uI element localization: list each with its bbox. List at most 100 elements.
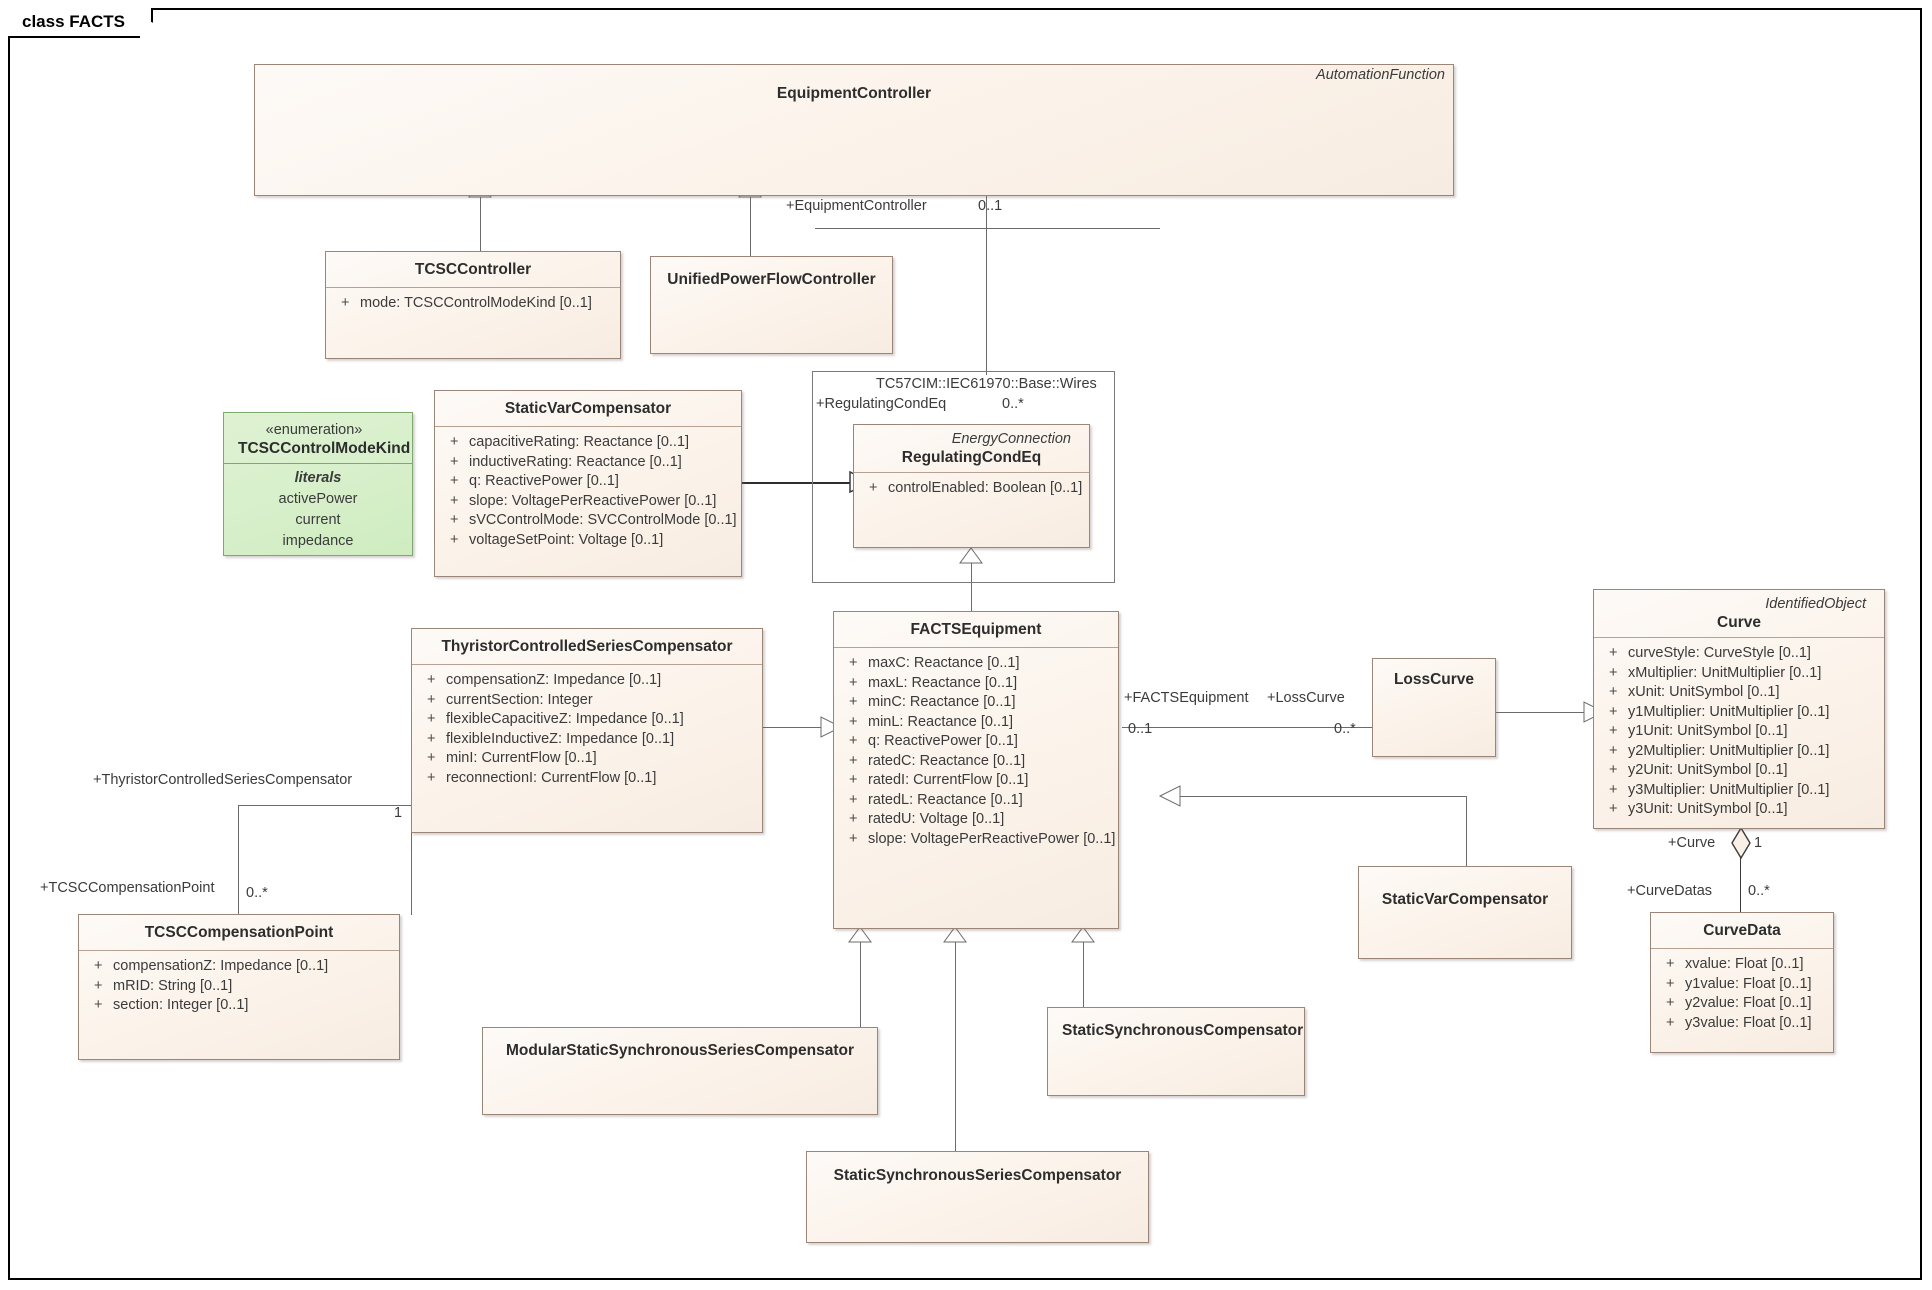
attribute-row: + capacitiveRating: Reactance [0..1] bbox=[443, 433, 733, 453]
stereotype-identifiedobject: IdentifiedObject bbox=[1765, 596, 1866, 612]
attribute-row: + y2value: Float [0..1] bbox=[1659, 994, 1825, 1014]
attribute-text: y3Multiplier: UnitMultiplier [0..1] bbox=[1628, 781, 1830, 798]
attribute-visibility: + bbox=[849, 713, 858, 730]
attribute-row: + y1Unit: UnitSymbol [0..1] bbox=[1602, 722, 1876, 742]
class-equipment-controller[interactable]: AutomationFunction EquipmentController bbox=[254, 64, 1454, 196]
generalization-arrow-msssc bbox=[848, 926, 872, 943]
attribute-text: y2Unit: UnitSymbol [0..1] bbox=[1628, 762, 1788, 778]
attribute-visibility: + bbox=[427, 769, 436, 786]
class-name-curve: Curve bbox=[1717, 614, 1761, 631]
generalization-arrow-ssssc bbox=[943, 926, 967, 943]
class-name-curve-data: CurveData bbox=[1703, 922, 1781, 939]
attribute-row: + y3Unit: UnitSymbol [0..1] bbox=[1602, 800, 1876, 820]
attribute-row: + minL: Reactance [0..1] bbox=[842, 713, 1110, 733]
attribute-visibility: + bbox=[1609, 684, 1618, 700]
attribute-visibility: + bbox=[1609, 762, 1618, 778]
header-thyristor-controlled-series-compensator: ThyristorControlledSeriesCompensator bbox=[412, 629, 762, 664]
label-curve-datas-role: +CurveDatas bbox=[1627, 883, 1713, 899]
attribute-row: + xUnit: UnitSymbol [0..1] bbox=[1602, 683, 1876, 703]
literal-item: impedance bbox=[282, 533, 354, 549]
attributes-curve-data: + xvalue: Float [0..1] + y1value: Float [0… bbox=[1651, 949, 1833, 1041]
class-static-synchronous-series-compensator[interactable]: StaticSynchronousSeriesCompensator bbox=[806, 1151, 1149, 1243]
attribute-text: section: Integer [0..1] bbox=[113, 997, 249, 1013]
attribute-visibility: + bbox=[849, 752, 858, 769]
attribute-row: + flexibleInductiveZ: Impedance [0..1] bbox=[420, 730, 754, 750]
attribute-row: + y1Multiplier: UnitMultiplier [0..1] bbox=[1602, 703, 1876, 723]
attribute-text: inductiveRating: Reactance [0..1] bbox=[469, 453, 682, 470]
attribute-row: + ratedU: Voltage [0..1] bbox=[842, 810, 1110, 830]
attribute-row: + voltageSetPoint: Voltage [0..1] bbox=[443, 531, 733, 551]
class-static-var-compensator-top[interactable]: StaticVarCompensator + capacitiveRating: … bbox=[434, 390, 742, 577]
attributes-tcsc-controller: + mode: TCSCControlModeKind [0..1] bbox=[326, 288, 620, 322]
header-unified-power-flow-controller: UnifiedPowerFlowController bbox=[651, 257, 892, 297]
label-tcsc-point-role: +TCSCCompensationPoint bbox=[40, 880, 215, 896]
label-equipment-controller-mult: 0..1 bbox=[978, 198, 1003, 214]
class-name-equipment-controller: EquipmentController bbox=[776, 85, 932, 102]
attribute-visibility: + bbox=[94, 997, 103, 1013]
attribute-row: + y2Multiplier: UnitMultiplier [0..1] bbox=[1602, 742, 1876, 762]
attribute-visibility: + bbox=[94, 958, 103, 974]
class-name-modular-static-synchronous-series-compensator: ModularStaticSynchronousSeriesCompensato… bbox=[506, 1042, 854, 1059]
literals-tcsc-control-mode-kind: literals activePower current impedance bbox=[224, 464, 412, 555]
attribute-text: q: ReactivePower [0..1] bbox=[868, 733, 1018, 749]
attribute-text: voltageSetPoint: Voltage [0..1] bbox=[469, 531, 664, 548]
connector-tcsc-point-vertical-left bbox=[238, 805, 239, 915]
connector-tcsccontroller-generalization-stem bbox=[480, 196, 481, 256]
class-tcsc-compensation-point[interactable]: TCSCCompensationPoint + compensationZ: Im… bbox=[78, 914, 400, 1060]
class-loss-curve[interactable]: LossCurve bbox=[1372, 658, 1496, 757]
stereotype-automationfunction: AutomationFunction bbox=[1316, 67, 1445, 83]
header-curve-data: CurveData bbox=[1651, 913, 1833, 948]
class-modular-static-synchronous-series-compensator[interactable]: ModularStaticSynchronousSeriesCompensato… bbox=[482, 1027, 878, 1115]
attribute-text: flexibleInductiveZ: Impedance [0..1] bbox=[446, 730, 675, 747]
attribute-row: + compensationZ: Impedance [0..1] bbox=[420, 671, 754, 691]
attribute-text: q: ReactivePower [0..1] bbox=[469, 473, 619, 489]
attribute-row: + q: ReactivePower [0..1] bbox=[842, 732, 1110, 752]
attribute-text: y3Unit: UnitSymbol [0..1] bbox=[1628, 801, 1788, 817]
attribute-visibility: + bbox=[427, 750, 436, 766]
label-curve-role: +Curve bbox=[1668, 835, 1716, 851]
attribute-row: + minC: Reactance [0..1] bbox=[842, 693, 1110, 713]
attribute-text: reconnectionI: CurrentFlow [0..1] bbox=[446, 769, 657, 786]
label-facts-equipment-mult: 0..1 bbox=[1128, 721, 1153, 737]
header-static-var-compensator-bottom: StaticVarCompensator bbox=[1359, 867, 1571, 917]
attribute-text: minI: CurrentFlow [0..1] bbox=[446, 750, 597, 766]
attribute-visibility: + bbox=[1666, 975, 1675, 992]
class-facts-equipment[interactable]: FACTSEquipment + maxC: Reactance [0..1] +… bbox=[833, 611, 1119, 929]
class-name-tcsc-compensation-point: TCSCCompensationPoint bbox=[144, 924, 334, 941]
label-tcsc-point-mult: 0..* bbox=[246, 885, 268, 901]
class-static-var-compensator-bottom[interactable]: StaticVarCompensator bbox=[1358, 866, 1572, 959]
label-tcsc-mult: 1 bbox=[394, 805, 403, 821]
label-equipment-controller-role: +EquipmentController bbox=[786, 198, 927, 214]
attribute-visibility: + bbox=[849, 694, 858, 710]
class-thyristor-controlled-series-compensator[interactable]: ThyristorControlledSeriesCompensator + co… bbox=[411, 628, 763, 833]
header-tcsc-controller: TCSCController bbox=[326, 252, 620, 287]
class-tcsc-controller[interactable]: TCSCController + mode: TCSCControlModeKi… bbox=[325, 251, 621, 359]
class-regulating-cond-eq[interactable]: EnergyConnection RegulatingCondEq + contr… bbox=[853, 424, 1090, 548]
header-regulating-cond-eq: EnergyConnection RegulatingCondEq bbox=[854, 425, 1089, 472]
header-tcsc-compensation-point: TCSCCompensationPoint bbox=[79, 915, 399, 950]
attribute-row: + ratedL: Reactance [0..1] bbox=[842, 791, 1110, 811]
attribute-row: + mode: TCSCControlModeKind [0..1] bbox=[334, 294, 612, 314]
attribute-visibility: + bbox=[427, 730, 436, 747]
header-tcsc-control-mode-kind: «enumeration» TCSCControlModeKind bbox=[224, 413, 412, 463]
attribute-text: mRID: String [0..1] bbox=[113, 977, 233, 994]
attribute-text: ratedI: CurrentFlow [0..1] bbox=[868, 772, 1029, 788]
diagram-frame-tab-slant bbox=[140, 8, 170, 38]
attribute-row: + xMultiplier: UnitMultiplier [0..1] bbox=[1602, 664, 1876, 684]
header-facts-equipment: FACTSEquipment bbox=[834, 612, 1118, 647]
attribute-visibility: + bbox=[341, 295, 350, 311]
attribute-text: y1value: Float [0..1] bbox=[1685, 975, 1812, 992]
header-static-synchronous-series-compensator: StaticSynchronousSeriesCompensator bbox=[807, 1152, 1148, 1193]
class-curve[interactable]: IdentifiedObject Curve + curveStyle: Curv… bbox=[1593, 589, 1885, 829]
attribute-visibility: + bbox=[427, 672, 436, 688]
header-modular-static-synchronous-series-compensator: ModularStaticSynchronousSeriesCompensato… bbox=[483, 1028, 877, 1068]
class-unified-power-flow-controller[interactable]: UnifiedPowerFlowController bbox=[650, 256, 893, 354]
attribute-text: maxL: Reactance [0..1] bbox=[868, 674, 1018, 691]
class-tcsc-control-mode-kind[interactable]: «enumeration» TCSCControlModeKind litera… bbox=[223, 412, 413, 556]
class-curve-data[interactable]: CurveData + xvalue: Float [0..1] + y1value… bbox=[1650, 912, 1834, 1053]
label-loss-curve-role: +LossCurve bbox=[1267, 690, 1345, 706]
attribute-text: sVCControlMode: SVCControlMode [0..1] bbox=[469, 512, 737, 528]
attribute-visibility: + bbox=[849, 811, 858, 827]
class-static-synchronous-compensator[interactable]: StaticSynchronousCompensator bbox=[1047, 1007, 1305, 1096]
connector-tcsc-to-factsequipment bbox=[763, 727, 825, 728]
